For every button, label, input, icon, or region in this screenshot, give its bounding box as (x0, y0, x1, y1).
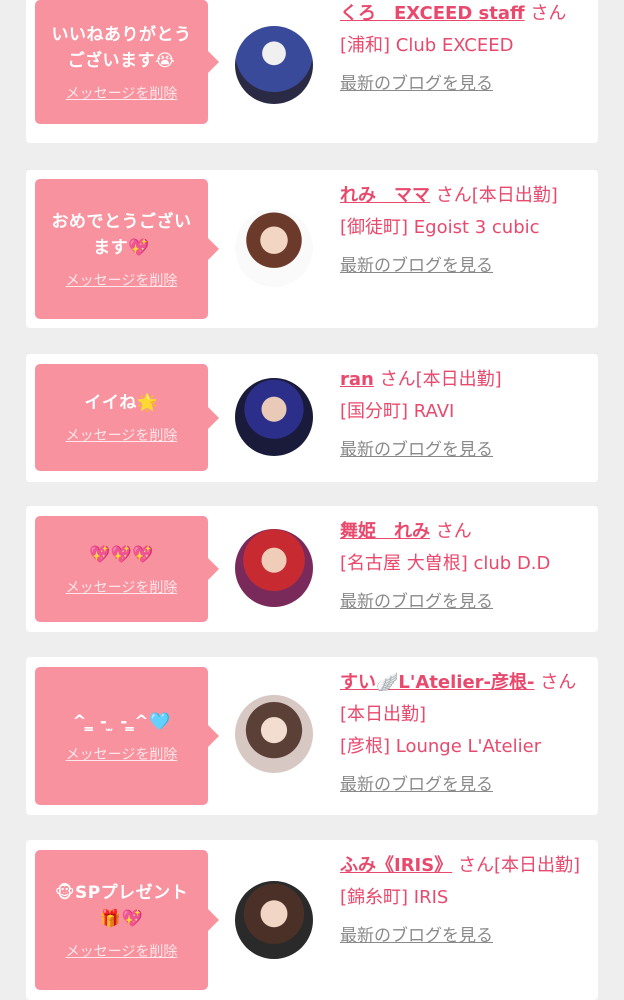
message-card: おめでとうござい ます💖 メッセージを削除 れみ ママ さん[本日出勤] [御徒… (26, 170, 598, 328)
message-text: いいねありがとう ございます😭 (52, 22, 192, 74)
message-line: 💖💖💖 (88, 544, 154, 565)
cast-info: ふみ《IRIS》 さん[本日出勤] [錦糸町] IRIS 最新のブログを見る (340, 850, 590, 952)
message-bubble: イイね🌟 メッセージを削除 (35, 364, 219, 471)
message-line: イイね🌟 (84, 393, 159, 413)
honorific: さん (540, 672, 577, 693)
delete-message-link[interactable]: メッセージを削除 (66, 941, 178, 961)
message-card: 🐵SPプレゼント 🎁💖 メッセージを削除 ふみ《IRIS》 さん[本日出勤] [… (26, 840, 598, 1000)
message-bubble: ^ ̳ - ̫ - ̳^🩵 メッセージを削除 (35, 667, 219, 805)
shop-label: [彦根] Lounge L'Atelier (340, 736, 542, 757)
cast-name-link[interactable]: ran (340, 369, 374, 390)
avatar[interactable] (235, 529, 313, 607)
cast-name-link[interactable]: すい🪽L'Atelier-彦根- (340, 672, 535, 693)
message-text: 🐵SPプレゼント 🎁💖 (55, 880, 188, 932)
latest-blog-link[interactable]: 最新のブログを見る (340, 586, 493, 618)
message-card: いいねありがとう ございます😭 メッセージを削除 くろ EXCEED staff… (26, 0, 598, 143)
avatar[interactable] (235, 209, 313, 287)
cast-info: すい🪽L'Atelier-彦根- さん [本日出勤] [彦根] Lounge L'… (340, 667, 590, 801)
latest-blog-link[interactable]: 最新のブログを見る (340, 434, 493, 466)
message-bubble: いいねありがとう ございます😭 メッセージを削除 (35, 0, 219, 124)
message-text: イイね🌟 (84, 390, 158, 416)
message-bubble: 💖💖💖 メッセージを削除 (35, 516, 219, 622)
message-text: おめでとうござい ます💖 (52, 209, 192, 261)
message-line: 🐵SPプレゼント (54, 882, 189, 903)
message-text: 💖💖💖 (89, 542, 154, 568)
shop-label: [浦和] Club EXCEED (340, 35, 514, 56)
attendance-status: [本日出勤] (340, 704, 427, 725)
avatar[interactable] (235, 695, 313, 773)
delete-message-link[interactable]: メッセージを削除 (66, 425, 178, 445)
honorific: さん (530, 3, 567, 24)
honorific: さん (435, 185, 472, 206)
latest-blog-link[interactable]: 最新のブログを見る (340, 920, 493, 952)
delete-message-link[interactable]: メッセージを削除 (66, 577, 178, 597)
cast-info: 舞姫 れみ さん [名古屋 大曽根] club D.D 最新のブログを見る (340, 516, 590, 618)
delete-message-link[interactable]: メッセージを削除 (66, 270, 178, 290)
cast-name-link[interactable]: れみ ママ (340, 185, 430, 206)
message-card: ^ ̳ - ̫ - ̳^🩵 メッセージを削除 すい🪽L'Atelier-彦根- … (26, 657, 598, 815)
honorific: さん (435, 521, 472, 542)
latest-blog-link[interactable]: 最新のブログを見る (340, 250, 493, 282)
shop-label: [御徒町] Egoist 3 cubic (340, 217, 540, 238)
avatar[interactable] (235, 378, 313, 456)
message-line: ^ ̳ - ̫ - ̳^🩵 (72, 711, 171, 732)
shop-label: [名古屋 大曽根] club D.D (340, 553, 551, 574)
cast-info: くろ EXCEED staff さん [浦和] Club EXCEED 最新のブ… (340, 0, 590, 100)
delete-message-link[interactable]: メッセージを削除 (66, 83, 178, 103)
message-line: おめでとうござい (51, 211, 192, 232)
message-bubble: 🐵SPプレゼント 🎁💖 メッセージを削除 (35, 850, 219, 990)
latest-blog-link[interactable]: 最新のブログを見る (340, 68, 493, 100)
cast-info: ran さん[本日出勤] [国分町] RAVI 最新のブログを見る (340, 364, 590, 466)
cast-name-link[interactable]: ふみ《IRIS》 (340, 855, 452, 876)
message-card: 💖💖💖 メッセージを削除 舞姫 れみ さん [名古屋 大曽根] club D.D… (26, 506, 598, 632)
message-bubble: おめでとうござい ます💖 メッセージを削除 (35, 179, 219, 319)
cast-name-link[interactable]: 舞姫 れみ (340, 521, 430, 542)
cast-info: れみ ママ さん[本日出勤] [御徒町] Egoist 3 cubic 最新のブ… (340, 180, 590, 282)
message-line: いいねありがとう (51, 24, 192, 45)
shop-label: [国分町] RAVI (340, 401, 455, 422)
message-line: ます💖 (93, 237, 150, 258)
attendance-status: [本日出勤] (471, 185, 558, 206)
shop-label: [錦糸町] IRIS (340, 887, 449, 908)
message-text: ^ ̳ - ̫ - ̳^🩵 (72, 709, 170, 735)
cast-name-link[interactable]: くろ EXCEED staff (340, 3, 525, 24)
message-card: イイね🌟 メッセージを削除 ran さん[本日出勤] [国分町] RAVI 最新… (26, 354, 598, 482)
attendance-status: [本日出勤] (493, 855, 580, 876)
message-line: ございます😭 (67, 50, 176, 71)
avatar[interactable] (235, 26, 313, 104)
delete-message-link[interactable]: メッセージを削除 (66, 744, 178, 764)
message-line: 🎁💖 (99, 908, 144, 929)
honorific: さん (379, 369, 416, 390)
honorific: さん (457, 855, 494, 876)
avatar[interactable] (235, 881, 313, 959)
attendance-status: [本日出勤] (415, 369, 502, 390)
latest-blog-link[interactable]: 最新のブログを見る (340, 769, 493, 801)
